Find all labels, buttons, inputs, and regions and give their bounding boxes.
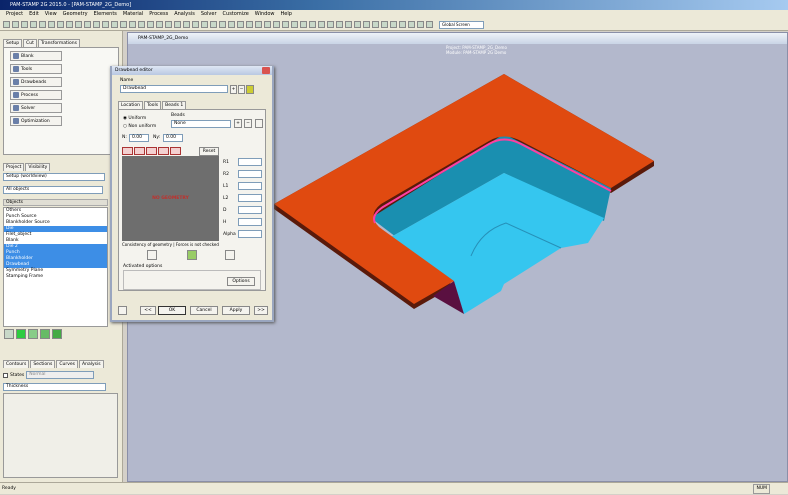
param-field-alpha[interactable]: [238, 230, 262, 238]
prev-button[interactable]: <<: [140, 306, 156, 315]
bead-profiles: [122, 147, 181, 155]
name-select[interactable]: Drawbead: [120, 85, 228, 93]
param-label: L2: [223, 195, 229, 201]
dialog-title: Drawbead editor: [112, 66, 272, 75]
param-row: L2: [223, 192, 262, 204]
non-uniform-label: Non uniform: [128, 124, 157, 129]
name-label: Name: [120, 78, 134, 83]
bead-profile-icon[interactable]: [170, 147, 181, 155]
param-row: R1: [223, 156, 262, 168]
ny-field[interactable]: 0.00: [163, 134, 183, 142]
status-text: Ready: [2, 486, 16, 491]
activated-options-label: Activated options: [123, 264, 163, 269]
param-row: R2: [223, 168, 262, 180]
n-field[interactable]: 0.00: [129, 134, 149, 142]
num-indicator: NUM: [753, 484, 770, 494]
consistency-status: Consistency of geometry | Forces is not …: [122, 242, 219, 247]
open-icon[interactable]: [187, 250, 197, 260]
param-field-h[interactable]: [238, 218, 262, 226]
bead-add-button[interactable]: +: [234, 119, 242, 128]
param-label: Alpha: [223, 231, 236, 237]
apply-button[interactable]: Apply: [222, 306, 250, 315]
drawbead-editor-dialog: Drawbead editor Name Drawbead + − Locati…: [110, 66, 274, 322]
tab-location[interactable]: Location: [118, 101, 144, 109]
add-icon[interactable]: +: [230, 85, 237, 94]
bead-link-button[interactable]: [255, 119, 263, 128]
chart-icon[interactable]: [225, 250, 235, 260]
bead-parameters: R1 R2 L1 L2 D H Alpha: [223, 156, 262, 240]
ny-label: Ny:: [153, 135, 161, 140]
param-label: R2: [223, 171, 229, 177]
ok-button[interactable]: OK: [158, 306, 186, 315]
n-label: N:: [122, 135, 127, 140]
param-label: L1: [223, 183, 229, 189]
reset-button[interactable]: Reset: [199, 147, 219, 156]
tool-icon[interactable]: [246, 85, 254, 94]
help-icon[interactable]: [118, 306, 127, 315]
tab-beads-1[interactable]: Beads 1: [162, 101, 187, 109]
bead-remove-button[interactable]: −: [244, 119, 252, 128]
dialog-tabs: Location Tools Beads 1: [118, 101, 187, 109]
param-row: L1: [223, 180, 262, 192]
bead-profile-icon[interactable]: [134, 147, 145, 155]
bead-profile-icon[interactable]: [146, 147, 157, 155]
next-button[interactable]: >>: [254, 306, 268, 315]
param-field-r2[interactable]: [238, 170, 262, 178]
status-bar: Ready NUM: [0, 482, 788, 494]
uniform-label: Uniform: [128, 116, 147, 121]
uniform-radio[interactable]: ◉ Uniform: [123, 116, 146, 121]
bead-preview: NO GEOMETRY: [122, 156, 219, 241]
cancel-button[interactable]: Cancel: [190, 306, 218, 315]
param-field-d[interactable]: [238, 206, 262, 214]
options-button[interactable]: Options: [227, 277, 255, 286]
beads-label: Beads: [171, 113, 185, 118]
pick-icon[interactable]: [147, 250, 157, 260]
param-row: D: [223, 204, 262, 216]
non-uniform-radio[interactable]: ○ Non uniform: [123, 124, 156, 129]
param-label: D: [223, 207, 227, 213]
beads-tab-panel: ◉ Uniform ○ Non uniform Beads None + − N…: [118, 109, 266, 291]
param-label: R1: [223, 159, 229, 165]
param-field-l2[interactable]: [238, 194, 262, 202]
param-label: H: [223, 219, 227, 225]
beads-select[interactable]: None: [171, 120, 231, 128]
param-field-l1[interactable]: [238, 182, 262, 190]
bead-profile-icon[interactable]: [122, 147, 133, 155]
param-row: Alpha: [223, 228, 262, 240]
remove-icon[interactable]: −: [238, 85, 245, 94]
param-row: H: [223, 216, 262, 228]
close-icon[interactable]: [262, 67, 270, 74]
bead-profile-icon[interactable]: [158, 147, 169, 155]
tab-tools[interactable]: Tools: [144, 101, 162, 109]
param-field-r1[interactable]: [238, 158, 262, 166]
